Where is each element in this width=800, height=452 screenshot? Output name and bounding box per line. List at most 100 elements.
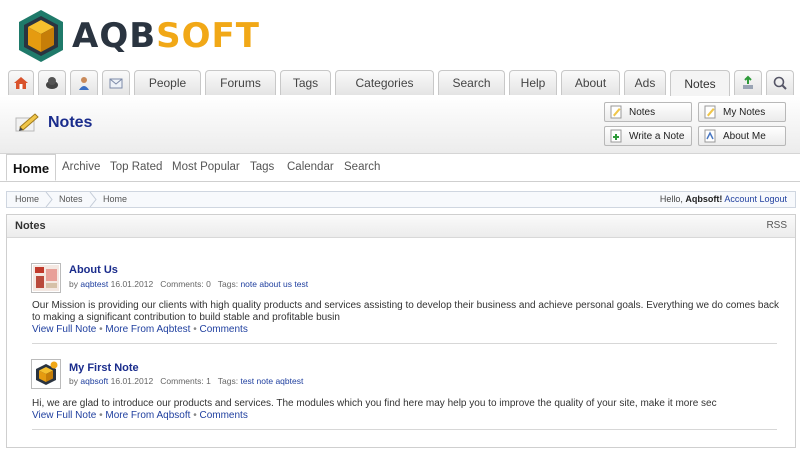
notes-button-label: Notes [629, 106, 656, 118]
more-from-author-link[interactable]: More From Aqbtest [105, 324, 190, 335]
panel-header: Notes RSS [7, 215, 795, 238]
note-thumbnail[interactable] [31, 359, 61, 389]
greeting-text: Hello, [659, 194, 686, 204]
account-link[interactable]: Account [724, 194, 757, 204]
subnav-tags[interactable]: Tags [250, 161, 274, 173]
note-divider [32, 343, 777, 344]
brand-part1: AQB [72, 16, 157, 56]
my-notes-button-label: My Notes [723, 106, 766, 118]
subnav-archive[interactable]: Archive [62, 161, 100, 173]
view-full-note-link[interactable]: View Full Note [32, 410, 96, 421]
tab-profile-icon[interactable] [70, 70, 98, 95]
tab-home-icon[interactable] [8, 70, 34, 95]
rss-link[interactable]: RSS [766, 220, 787, 231]
tab-notes[interactable]: Notes [670, 70, 730, 96]
note-tag[interactable]: note [257, 376, 274, 386]
note-cube-icon [33, 361, 59, 387]
note-meta: by aqbtest 16.01.2012 Comments: 0 Tags: … [69, 279, 308, 289]
note-thumbnail[interactable] [31, 263, 61, 293]
more-from-author-link[interactable]: More From Aqbsoft [105, 410, 190, 421]
note-excerpt: Hi, we are glad to introduce our product… [32, 398, 717, 409]
about-me-button-label: About Me [723, 130, 766, 142]
note-author[interactable]: aqbsoft [80, 376, 108, 386]
tab-mail-icon[interactable] [102, 70, 130, 95]
about-me-icon [704, 129, 716, 143]
user-greeting: Hello, Aqbsoft! Account Logout [660, 194, 787, 204]
tab-about[interactable]: About [561, 70, 620, 95]
tab-tags[interactable]: Tags [280, 70, 331, 95]
note-title[interactable]: My First Note [69, 362, 139, 374]
logout-link[interactable]: Logout [759, 194, 787, 204]
write-note-button-label: Write a Note [629, 130, 685, 142]
search-icon [773, 76, 787, 90]
note-divider [32, 429, 777, 430]
breadcrumb-home[interactable]: Home [15, 194, 39, 204]
comments-link[interactable]: Comments [199, 324, 247, 335]
note-date: 16.01.2012 [110, 279, 154, 289]
greeting-username: Aqbsoft! [685, 194, 723, 204]
note-image-icon [33, 265, 59, 291]
profile-icon [79, 77, 89, 90]
note-tag[interactable]: about us [259, 279, 292, 289]
subnav-most-popular[interactable]: Most Popular [172, 161, 240, 173]
tab-add-icon[interactable] [734, 70, 762, 95]
note-tags-label: Tags: [217, 279, 239, 289]
note-by: by [69, 376, 78, 386]
subnav-top-rated[interactable]: Top Rated [110, 161, 162, 173]
note-tag[interactable]: test [240, 376, 254, 386]
breadcrumb-separator-icon [45, 192, 53, 207]
note-title[interactable]: About Us [69, 264, 118, 276]
note-comments-count: Comments: 0 [160, 279, 211, 289]
logo-cube-icon [19, 10, 63, 62]
breadcrumb-current: Home [103, 194, 128, 204]
tab-categories[interactable]: Categories [335, 70, 434, 95]
main-tab-bar: People Forums Tags Categories Search Hel… [0, 68, 800, 97]
tab-help[interactable]: Help [509, 70, 557, 95]
brand-name: AQBSOFT [72, 16, 260, 56]
notes-panel: Notes RSS About Us by aqbtest 16.01.2012… [6, 214, 796, 448]
home-icon [14, 77, 28, 89]
note-tag[interactable]: test [294, 279, 308, 289]
note-tags-label: Tags: [217, 376, 239, 386]
panel-title: Notes [15, 220, 46, 232]
my-notes-button[interactable]: My Notes [698, 102, 786, 122]
tab-community-icon[interactable] [38, 70, 66, 95]
notes-button[interactable]: Notes [604, 102, 692, 122]
write-note-icon [610, 129, 622, 143]
note-comments-count: Comments: 1 [160, 376, 211, 386]
notes-pencil-icon [15, 113, 39, 132]
site-logo[interactable]: AQBSOFT [16, 6, 316, 66]
brand-part2: SOFT [156, 16, 260, 56]
note-actions: View Full Note • More From Aqbtest • Com… [32, 324, 248, 335]
note-icon [610, 105, 622, 119]
note-by: by [69, 279, 78, 289]
page-title: Notes [48, 114, 93, 131]
view-full-note-link[interactable]: View Full Note [32, 324, 96, 335]
breadcrumb: Home Notes Home Hello, Aqbsoft! Account … [6, 191, 796, 208]
tab-search-icon[interactable] [766, 70, 794, 95]
subnav-calendar[interactable]: Calendar [287, 161, 334, 173]
note-meta: by aqbsoft 16.01.2012 Comments: 1 Tags: … [69, 376, 303, 386]
comments-link[interactable]: Comments [199, 410, 247, 421]
note-date: 16.01.2012 [110, 376, 154, 386]
tab-search[interactable]: Search [438, 70, 505, 95]
tab-people[interactable]: People [134, 70, 201, 95]
page-header: Notes Notes My Notes Write a Note About … [0, 96, 800, 154]
note-author[interactable]: aqbtest [80, 279, 108, 289]
notes-subnav: Home Archive Top Rated Most Popular Tags… [0, 154, 800, 182]
note-tag[interactable]: aqbtest [275, 376, 303, 386]
community-icon [46, 77, 58, 89]
subnav-home[interactable]: Home [6, 154, 57, 181]
tab-ads[interactable]: Ads [624, 70, 666, 95]
about-me-button[interactable]: About Me [698, 126, 786, 146]
breadcrumb-separator-icon [89, 192, 97, 207]
note-excerpt: Our Mission is providing our clients wit… [32, 300, 780, 323]
tab-forums[interactable]: Forums [205, 70, 276, 95]
subnav-search[interactable]: Search [344, 161, 380, 173]
add-icon [743, 75, 753, 89]
breadcrumb-notes[interactable]: Notes [59, 194, 83, 204]
note-actions: View Full Note • More From Aqbsoft • Com… [32, 410, 248, 421]
note-tag[interactable]: note [240, 279, 257, 289]
write-note-button[interactable]: Write a Note [604, 126, 692, 146]
mail-icon [109, 78, 123, 89]
